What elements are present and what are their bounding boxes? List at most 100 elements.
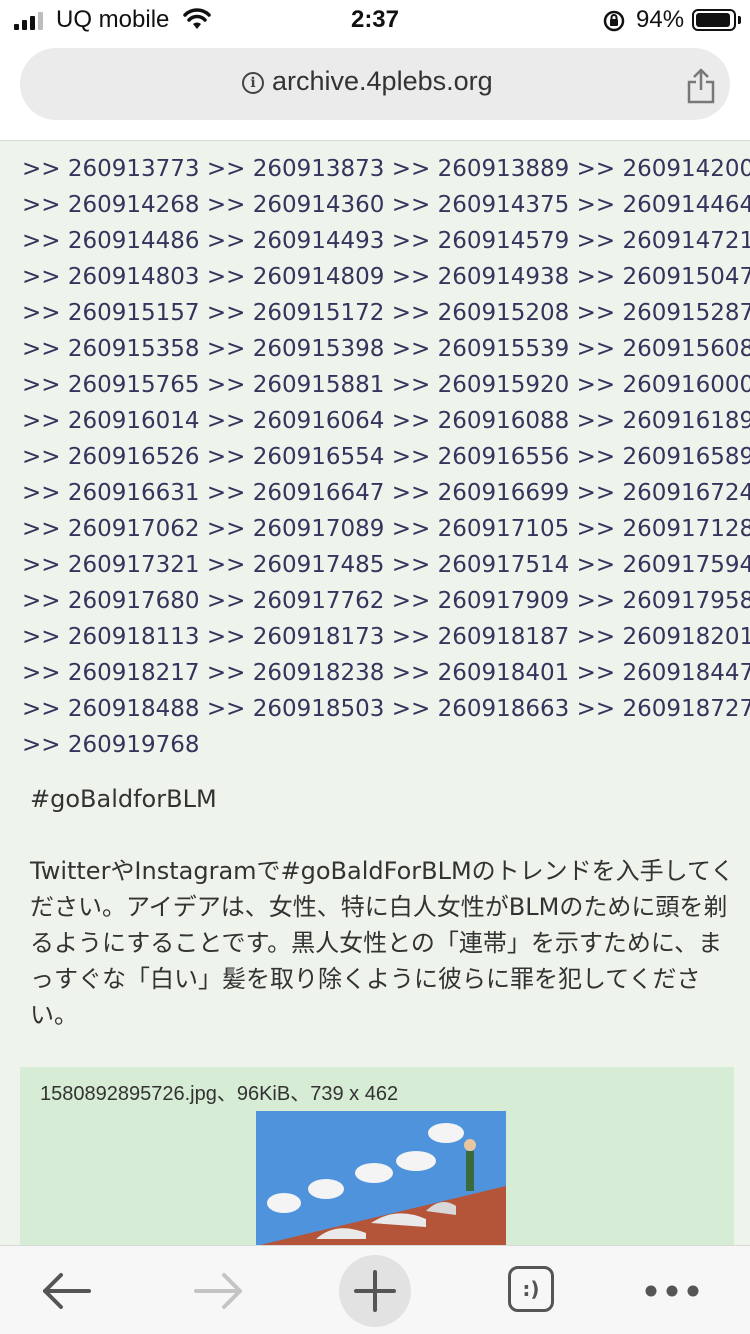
battery-cap [738, 16, 741, 24]
address-bar[interactable]: i archive.4plebs.org [20, 48, 730, 120]
backlinks-row: >> 260917680 >> 260917762 >> 260917909 >… [22, 583, 750, 619]
post-backlink[interactable]: >> 260916556 [392, 444, 577, 470]
info-icon[interactable]: i [242, 72, 264, 94]
file-info[interactable]: 1580892895726.jpg、96KiB、739 x 462 [40, 1077, 398, 1106]
post-backlink[interactable]: >> 260915047 [577, 264, 750, 290]
post-backlink[interactable]: >> 260915920 [392, 372, 577, 398]
post-backlink[interactable]: >> 260916014 [22, 408, 207, 434]
post-backlink[interactable]: >> 260915287 [577, 300, 750, 326]
post-backlink[interactable]: >> 260918173 [207, 624, 392, 650]
menu-button[interactable] [640, 1246, 704, 1334]
post-backlink[interactable]: >> 260916699 [392, 480, 577, 506]
post-backlink[interactable]: >> 260918113 [22, 624, 207, 650]
browser-address-area: i archive.4plebs.org [0, 40, 750, 141]
post-backlink[interactable]: >> 260917909 [392, 588, 577, 614]
plus-icon [339, 1254, 411, 1327]
backlinks-row: >> 260914486 >> 260914493 >> 260914579 >… [22, 223, 750, 259]
forward-button[interactable] [185, 1246, 255, 1334]
post-backlink[interactable]: >> 260916589 [577, 444, 750, 470]
new-tab-button[interactable] [338, 1246, 412, 1334]
post-backlink[interactable]: >> 260916189 [577, 408, 750, 434]
backlinks-row: >> 260916014 >> 260916064 >> 260916088 >… [22, 403, 750, 439]
browser-toolbar: :) [0, 1245, 750, 1334]
post-backlink[interactable]: >> 260914938 [392, 264, 577, 290]
post-backlink[interactable]: >> 260914721 [577, 228, 750, 254]
post-backlink[interactable]: >> 260916000 [577, 372, 750, 398]
post-backlink[interactable]: >> 260918217 [22, 660, 207, 686]
backlinks-row: >> 260916526 >> 260916554 >> 260916556 >… [22, 439, 750, 475]
backlinks-row: >> 260917321 >> 260917485 >> 260917514 >… [22, 547, 750, 583]
post-backlink[interactable]: >> 260916064 [207, 408, 392, 434]
post-backlink[interactable]: >> 260914579 [392, 228, 577, 254]
backlinks-row: >> 260916631 >> 260916647 >> 260916699 >… [22, 475, 750, 511]
post-backlink[interactable]: >> 260914803 [22, 264, 207, 290]
post-backlink[interactable]: >> 260915765 [22, 372, 207, 398]
post-backlink[interactable]: >> 260916554 [207, 444, 392, 470]
backlinks-row: >> 260915765 >> 260915881 >> 260915920 >… [22, 367, 750, 403]
post-backlink[interactable]: >> 260914486 [22, 228, 207, 254]
post-backlink[interactable]: >> 260917062 [22, 516, 207, 542]
post-backlink[interactable]: >> 260918727 [577, 696, 750, 722]
post-backlink[interactable]: >> 260918201 [577, 624, 750, 650]
post-backlink[interactable]: >> 260916724 [577, 480, 750, 506]
post-backlink[interactable]: >> 260917680 [22, 588, 207, 614]
arrow-left-icon [43, 1272, 91, 1309]
share-icon[interactable] [686, 68, 716, 104]
battery-icon [692, 9, 736, 31]
post-backlink[interactable]: >> 260915208 [392, 300, 577, 326]
post-backlink[interactable]: >> 260915608 [577, 336, 750, 362]
post-backlink[interactable]: >> 260914464 [577, 192, 750, 218]
post-backlink[interactable]: >> 260916647 [207, 480, 392, 506]
post-backlink[interactable]: >> 260914200 [577, 156, 750, 182]
tabs-button[interactable]: :) [508, 1266, 554, 1312]
post-backlink[interactable]: >> 260918503 [207, 696, 392, 722]
post-backlink[interactable]: >> 260915157 [22, 300, 207, 326]
post-backlink[interactable]: >> 260915358 [22, 336, 207, 362]
post-backlink[interactable]: >> 260918401 [392, 660, 577, 686]
post-backlink[interactable]: >> 260913773 [22, 156, 207, 182]
backlinks-list: >> 260913773 >> 260913873 >> 260913889 >… [22, 151, 750, 763]
post-backlink[interactable]: >> 260915398 [207, 336, 392, 362]
post-backlink[interactable]: >> 260917089 [207, 516, 392, 542]
page-content: >> 260913773 >> 260913873 >> 260913889 >… [0, 141, 750, 1245]
post-backlink[interactable]: >> 260917594 [577, 552, 750, 578]
post-backlink[interactable]: >> 260917762 [207, 588, 392, 614]
post-backlink[interactable]: >> 260918238 [207, 660, 392, 686]
image-thumbnail[interactable] [256, 1111, 506, 1245]
post-backlink[interactable]: >> 260916631 [22, 480, 207, 506]
more-dots-icon [645, 1285, 699, 1296]
backlinks-row: >> 260915157 >> 260915172 >> 260915208 >… [22, 295, 750, 331]
post-backlink[interactable]: >> 260914360 [207, 192, 392, 218]
post-backlink[interactable]: >> 260915172 [207, 300, 392, 326]
post-backlink[interactable]: >> 260914375 [392, 192, 577, 218]
post-backlink[interactable]: >> 260913873 [207, 156, 392, 182]
back-button[interactable] [30, 1246, 100, 1334]
backlinks-row: >> 260914268 >> 260914360 >> 260914375 >… [22, 187, 750, 223]
post-backlink[interactable]: >> 260917958 [577, 588, 750, 614]
post-backlink[interactable]: >> 260918447 [577, 660, 750, 686]
post-backlink[interactable]: >> 260917128 [577, 516, 750, 542]
post-backlink[interactable]: >> 260918187 [392, 624, 577, 650]
post-backlink[interactable]: >> 260916088 [392, 408, 577, 434]
url-text[interactable]: archive.4plebs.org [272, 66, 493, 97]
post-backlink[interactable]: >> 260917105 [392, 516, 577, 542]
post-backlink[interactable]: >> 260919768 [22, 732, 200, 758]
orientation-lock-icon [603, 10, 625, 32]
file-attachment: 1580892895726.jpg、96KiB、739 x 462 [20, 1067, 734, 1245]
post-backlink[interactable]: >> 260914809 [207, 264, 392, 290]
post-backlink[interactable]: >> 260915881 [207, 372, 392, 398]
backlinks-row: >> 260915358 >> 260915398 >> 260915539 >… [22, 331, 750, 367]
post-backlink[interactable]: >> 260916526 [22, 444, 207, 470]
post-backlink[interactable]: >> 260917485 [207, 552, 392, 578]
post-backlink[interactable]: >> 260917514 [392, 552, 577, 578]
backlinks-row: >> 260919768 [22, 727, 742, 763]
post-backlink[interactable]: >> 260914493 [207, 228, 392, 254]
arrow-right-icon [194, 1272, 242, 1309]
post-backlink[interactable]: >> 260918663 [392, 696, 577, 722]
post-backlink[interactable]: >> 260918488 [22, 696, 207, 722]
post-backlink[interactable]: >> 260914268 [22, 192, 207, 218]
post-backlink[interactable]: >> 260917321 [22, 552, 207, 578]
post-backlink[interactable]: >> 260913889 [392, 156, 577, 182]
backlinks-row: >> 260918488 >> 260918503 >> 260918663 >… [22, 691, 750, 727]
post-backlink[interactable]: >> 260915539 [392, 336, 577, 362]
